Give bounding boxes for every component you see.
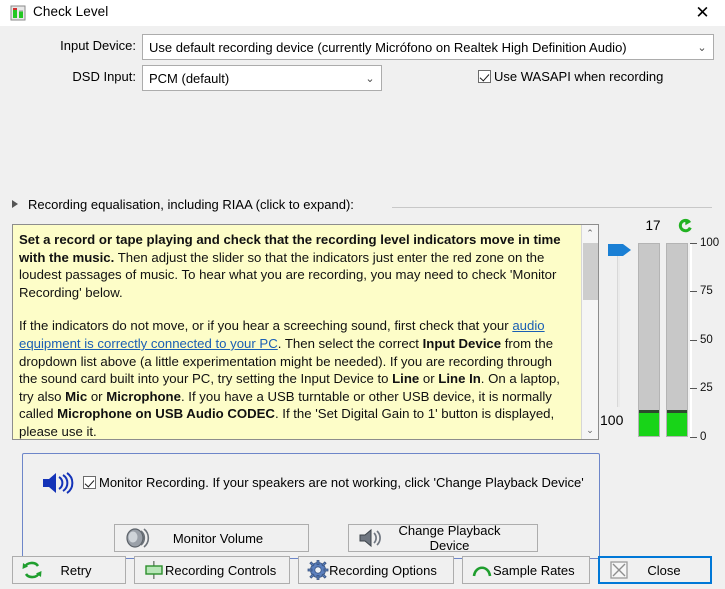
monitor-recording-checkbox[interactable]: Monitor Recording. If your speakers are … (83, 475, 584, 490)
input-device-dropdown[interactable]: Use default recording device (currently … (142, 34, 714, 60)
triangle-right-icon (12, 200, 18, 208)
gain-slider-thumb[interactable] (608, 242, 632, 258)
recording-controls-button[interactable]: Recording Controls (134, 556, 290, 584)
meter-label-0: 0 (700, 431, 707, 443)
gain-slider-track[interactable] (617, 252, 620, 407)
speaker-small-icon (356, 527, 386, 549)
monitor-volume-label: Monitor Volume (172, 530, 264, 546)
chevron-down-icon: ⌄ (365, 71, 375, 85)
window-title: Check Level (33, 4, 109, 19)
chevron-down-icon: ⌄ (586, 425, 594, 436)
scrollbar-thumb[interactable] (583, 243, 598, 300)
retry-button[interactable]: Retry (12, 556, 126, 584)
checkbox-box (478, 70, 491, 83)
dsd-input-label: DSD Input: (72, 69, 136, 84)
recording-options-button[interactable]: Recording Options (298, 556, 454, 584)
instructions-panel: Set a record or tape playing and check t… (12, 224, 599, 440)
meter-label-100: 100 (700, 237, 720, 249)
instructions-paragraph-1: Set a record or tape playing and check t… (19, 231, 572, 301)
dsd-input-dropdown[interactable]: PCM (default) ⌄ (142, 65, 382, 91)
recording-controls-label: Recording Controls (165, 562, 277, 578)
monitor-recording-label: Monitor Recording. If your speakers are … (99, 475, 584, 490)
input-device-value: Use default recording device (currently … (149, 39, 627, 55)
refresh-arrows-icon (21, 560, 43, 580)
refresh-icon[interactable] (676, 217, 694, 235)
dialog-button-bar: Retry Recording Controls Recording Optio… (0, 547, 725, 589)
level-meter-right-peak (667, 409, 687, 413)
close-icon: ✕ (695, 3, 710, 23)
level-meter-right-fill (667, 412, 687, 436)
chevron-up-icon: ⌃ (586, 228, 594, 239)
meter-label-75: 75 (700, 285, 713, 297)
checkbox-box (83, 476, 96, 489)
close-button[interactable]: Close (598, 556, 712, 584)
level-meter-left-fill (639, 412, 659, 436)
use-wasapi-label: Use WASAPI when recording (494, 69, 664, 84)
volume-knob-icon (122, 527, 152, 549)
scroll-down-button[interactable]: ⌄ (582, 422, 598, 439)
window-title-bar: Check Level ✕ (0, 0, 725, 27)
speaker-icon (41, 470, 75, 496)
instructions-p2-f: or (87, 388, 107, 404)
arc-icon (471, 560, 493, 580)
scroll-up-button[interactable]: ⌃ (582, 225, 598, 242)
instructions-p2-bold2: Line (392, 371, 420, 387)
use-wasapi-checkbox[interactable]: Use WASAPI when recording (478, 69, 663, 84)
dsd-input-value: PCM (default) (149, 70, 230, 86)
sample-rates-button[interactable]: Sample Rates (462, 556, 590, 584)
close-label: Close (647, 562, 681, 578)
level-meter-icon (10, 5, 26, 21)
instructions-p2-bold5: Microphone (106, 388, 181, 404)
meter-label-50: 50 (700, 334, 713, 346)
meter-label-25: 25 (700, 382, 713, 394)
level-meter-area: 17 100 100 75 50 25 0 (600, 216, 725, 446)
level-meter-left (638, 243, 660, 437)
meter-tick-25 (690, 388, 697, 389)
instructions-p2-d: or (419, 371, 439, 387)
close-box-icon (608, 560, 630, 580)
level-meter-left-peak (639, 409, 659, 413)
input-device-label: Input Device: (60, 38, 136, 53)
meter-tick-100 (690, 243, 697, 244)
instructions-p2-bold4: Mic (65, 388, 88, 404)
recording-equalisation-expander[interactable]: Recording equalisation, including RIAA (… (12, 197, 354, 217)
chevron-down-icon: ⌄ (697, 40, 707, 54)
level-meter-right (666, 243, 688, 437)
monitor-recording-group: Monitor Recording. If your speakers are … (22, 453, 600, 559)
instructions-p2-b: . Then select the correct (277, 335, 423, 351)
instructions-p2-bold3: Line In (438, 371, 481, 387)
window-close-button[interactable]: ✕ (680, 0, 725, 26)
sample-rates-label: Sample Rates (493, 562, 575, 578)
instructions-paragraph-2: If the indicators do not move, or if you… (19, 317, 572, 439)
meter-tick-0 (690, 437, 697, 438)
meter-tick-50 (690, 340, 697, 341)
fader-icon (143, 560, 165, 580)
meter-tick-75 (690, 291, 697, 292)
recording-equalisation-label: Recording equalisation, including RIAA (… (28, 197, 354, 212)
gear-icon (307, 560, 329, 580)
instructions-p2-a: If the indicators do not move, or if you… (19, 318, 513, 334)
expander-divider (392, 207, 712, 208)
dialog-client-area: Input Device: Use default recording devi… (0, 26, 725, 589)
instructions-p2-bold1: Input Device (422, 335, 502, 351)
retry-label: Retry (60, 562, 92, 578)
gain-value-label: 17 (645, 218, 661, 233)
instructions-scrollbar[interactable]: ⌃ ⌄ (581, 225, 598, 439)
instructions-p2-bold6: Microphone on USB Audio CODEC (57, 406, 275, 422)
instructions-text: Set a record or tape playing and check t… (13, 225, 580, 439)
recording-options-label: Recording Options (329, 562, 437, 578)
